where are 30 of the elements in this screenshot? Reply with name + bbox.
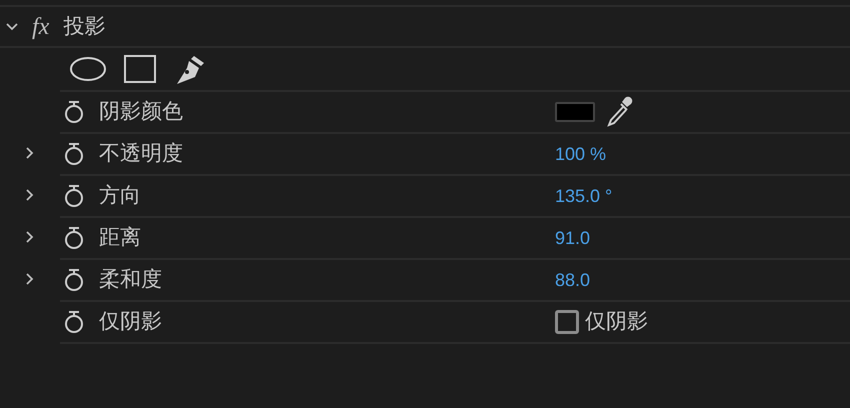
property-value[interactable]: 88.0 <box>555 266 590 294</box>
color-swatch[interactable] <box>555 102 595 122</box>
fx-icon: fx <box>32 8 50 44</box>
checkbox[interactable] <box>555 310 579 334</box>
pen-tool-icon[interactable] <box>174 54 206 84</box>
stopwatch-icon[interactable] <box>63 226 85 250</box>
chevron-right-icon[interactable] <box>26 273 34 285</box>
ellipse-mask-icon[interactable] <box>70 56 106 82</box>
chevron-right-icon[interactable] <box>26 231 34 243</box>
stopwatch-icon[interactable] <box>63 268 85 292</box>
eyedropper-icon[interactable] <box>605 96 635 128</box>
property-label: 仅阴影 <box>99 309 163 336</box>
stopwatch-icon[interactable] <box>63 142 85 166</box>
effect-name: 投影 <box>63 14 106 40</box>
property-value[interactable]: 91.0 <box>555 224 590 252</box>
property-value[interactable]: 100 % <box>555 140 606 168</box>
stopwatch-icon[interactable] <box>63 100 85 124</box>
checkbox-label[interactable]: 仅阴影 <box>585 306 648 338</box>
property-label: 不透明度 <box>99 141 184 168</box>
property-label: 方向 <box>99 183 142 210</box>
chevron-right-icon[interactable] <box>26 189 34 201</box>
rectangle-mask-icon[interactable] <box>124 55 156 83</box>
property-label: 阴影颜色 <box>99 99 184 126</box>
chevron-right-icon[interactable] <box>26 147 34 159</box>
property-value[interactable]: 135.0 ° <box>555 182 612 210</box>
property-label: 柔和度 <box>99 267 163 294</box>
property-label: 距离 <box>99 225 142 252</box>
stopwatch-icon[interactable] <box>63 310 85 334</box>
stopwatch-icon[interactable] <box>63 184 85 208</box>
chevron-down-icon[interactable] <box>6 22 18 30</box>
